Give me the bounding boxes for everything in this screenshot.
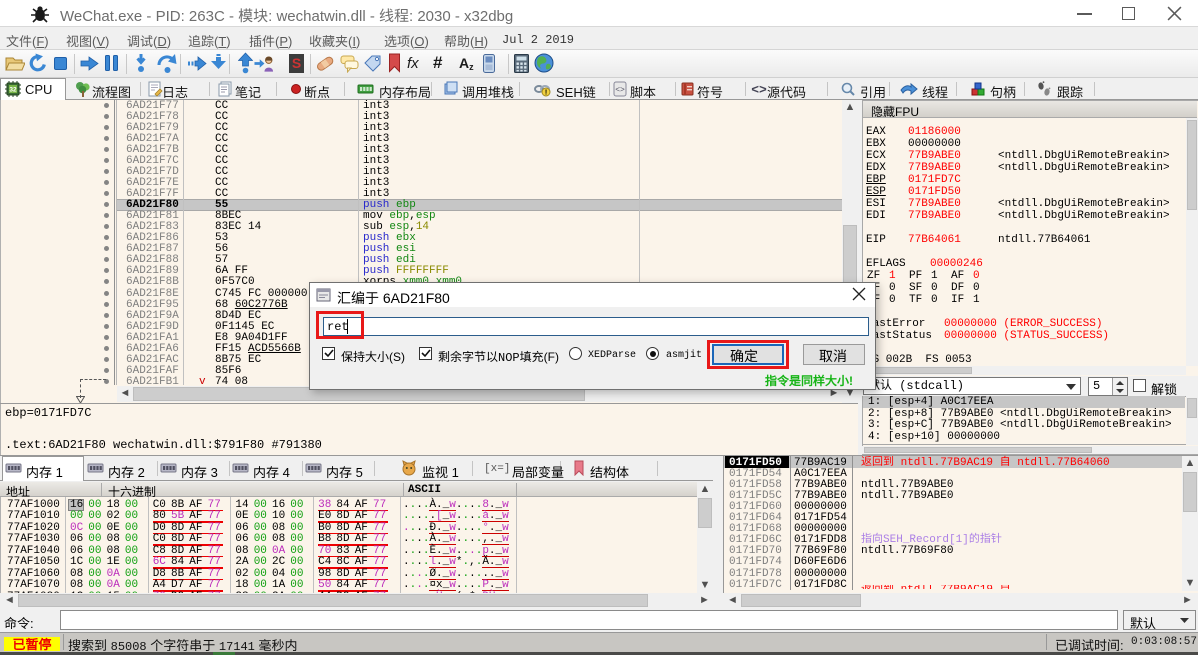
svg-text:!: ! [545, 90, 547, 97]
svg-text:<>: <> [751, 83, 767, 98]
svg-text:32: 32 [9, 87, 17, 94]
svg-text:<>: <> [615, 86, 625, 95]
